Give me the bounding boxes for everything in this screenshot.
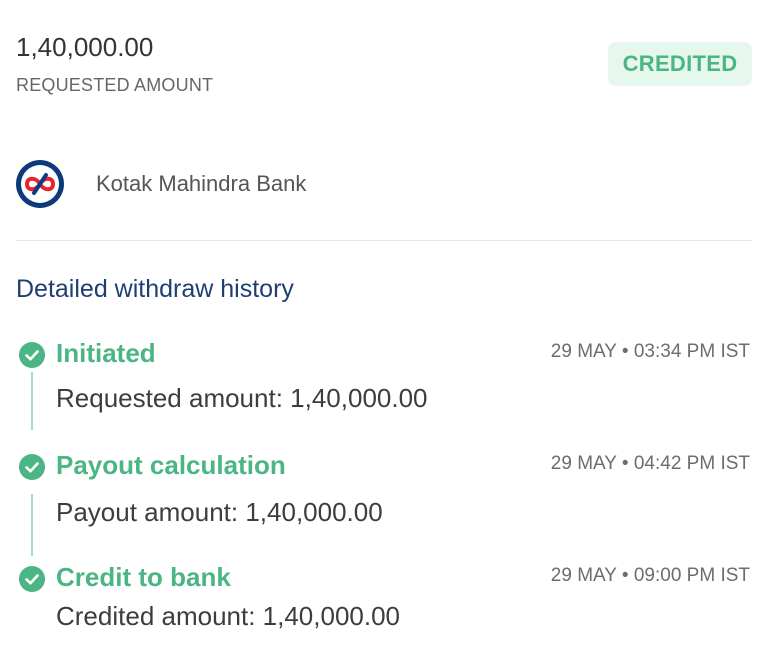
step-time: 29 MAY • 09:00 PM IST: [550, 565, 750, 586]
step-detail: Payout amount: 1,40,000.00: [56, 497, 383, 527]
bank-name: Kotak Mahindra Bank: [96, 171, 307, 196]
check-circle-icon: [19, 454, 45, 480]
step-time: 29 MAY • 04:42 PM IST: [550, 453, 750, 474]
timeline-connector: [31, 494, 33, 556]
check-circle-icon: [19, 566, 45, 592]
amount-label: REQUESTED AMOUNT: [16, 75, 214, 95]
step-detail: Requested amount: 1,40,000.00: [56, 383, 428, 413]
step-title: Credit to bank: [56, 562, 231, 592]
kotak-logo-icon: [16, 160, 64, 208]
timeline-connector: [31, 372, 33, 430]
status-badge: CREDITED: [608, 42, 752, 86]
step-title: Payout calculation: [56, 450, 286, 480]
amount-value: 1,40,000.00: [16, 32, 154, 62]
step-time: 29 MAY • 03:34 PM IST: [550, 341, 750, 362]
step-detail: Credited amount: 1,40,000.00: [56, 601, 401, 631]
divider: [16, 240, 752, 241]
section-title: Detailed withdraw history: [16, 275, 294, 303]
check-circle-icon: [19, 342, 45, 368]
step-title: Initiated: [56, 338, 156, 368]
